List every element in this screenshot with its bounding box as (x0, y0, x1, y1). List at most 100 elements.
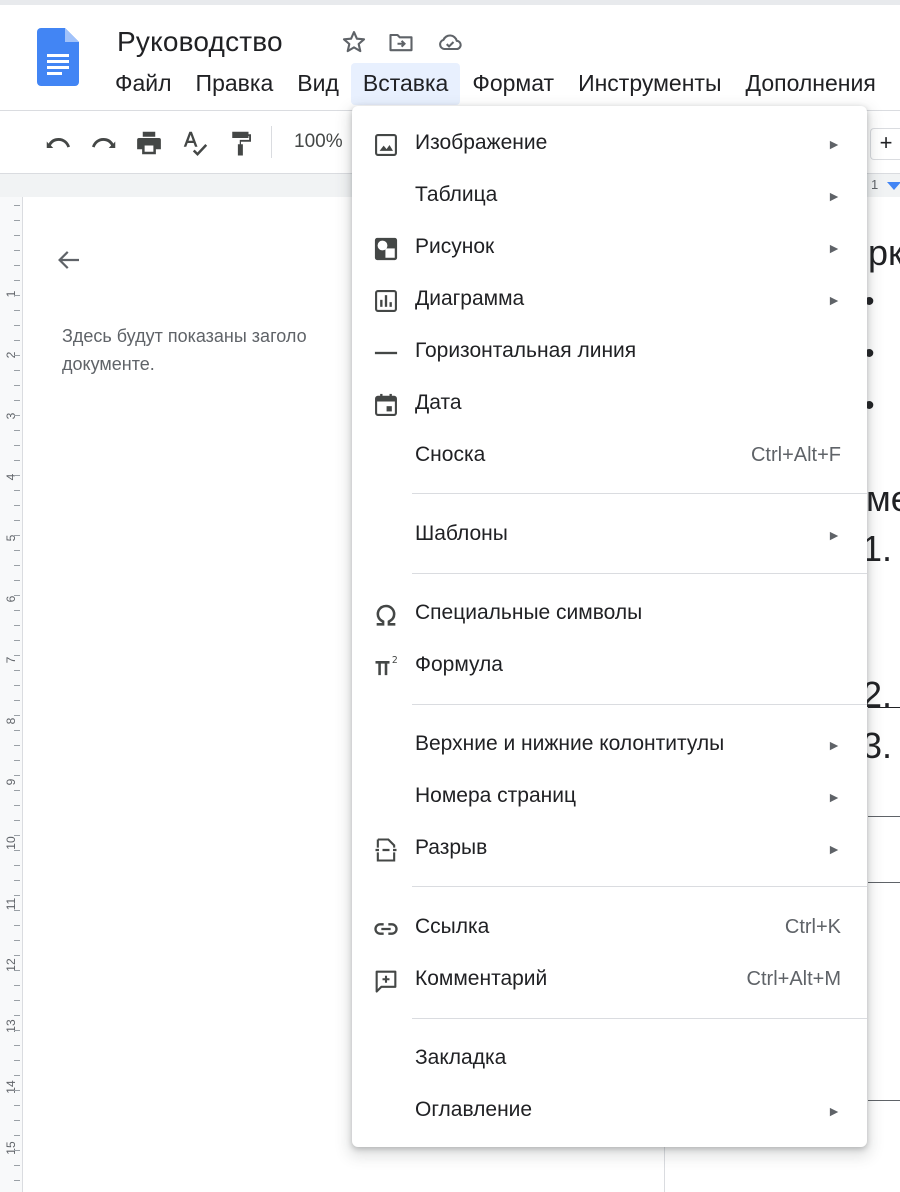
ruler-tick (14, 355, 20, 356)
ruler-tick (14, 280, 20, 281)
ruler-tick (14, 850, 20, 851)
ruler-tick (14, 340, 20, 341)
menu-item-label: Рисунок (415, 235, 495, 258)
paint-format-icon[interactable] (226, 128, 256, 158)
ruler-number: 15 (4, 1141, 18, 1155)
ruler-tick (14, 895, 20, 896)
menu-item-label: Изображение (415, 131, 548, 154)
document-title[interactable]: Руководство (117, 26, 283, 58)
menu-item-link[interactable]: Ссылка Ctrl+K (352, 902, 867, 954)
star-icon[interactable] (340, 28, 368, 56)
ruler-tick (14, 520, 20, 521)
page-text-fragment: ме (866, 478, 900, 519)
docs-logo-icon[interactable] (37, 28, 79, 86)
increase-font-button[interactable]: + (870, 128, 900, 160)
menu-divider (412, 493, 867, 494)
ruler-tick (14, 820, 20, 821)
menu-item-date[interactable]: Дата (352, 378, 867, 430)
ruler-tick (14, 970, 20, 971)
page-table-border (868, 882, 900, 883)
zoom-selector[interactable]: 100% (294, 131, 343, 153)
menu-item-table-of-contents[interactable]: Оглавление ► (352, 1085, 867, 1137)
ruler-tick (14, 685, 20, 686)
ruler-tick (14, 265, 20, 266)
ruler-number: 9 (4, 778, 18, 786)
menu-item-label: Номера страниц (415, 784, 576, 807)
menu-insert[interactable]: Вставка (350, 63, 461, 105)
ruler-tick (14, 295, 20, 296)
submenu-arrow-icon: ► (827, 136, 841, 152)
ruler-tick (14, 220, 20, 221)
menu-item-footnote[interactable]: Сноска Ctrl+Alt+F (352, 430, 867, 482)
menu-addons[interactable]: Дополнения (733, 63, 887, 105)
menu-item-label: Верхние и нижние колонтитулы (415, 732, 725, 755)
calendar-icon (375, 393, 397, 416)
ruler-number: 10 (4, 836, 18, 850)
menu-item-label: Шаблоны (415, 522, 508, 545)
menu-format[interactable]: Формат (460, 63, 566, 105)
menu-item-special-characters[interactable]: Специальные символы (352, 588, 867, 640)
ruler-tick (14, 205, 20, 206)
submenu-arrow-icon: ► (827, 188, 841, 204)
ruler-tick (14, 475, 20, 476)
window-top-edge (0, 0, 900, 5)
menu-item-label: Формула (415, 653, 503, 676)
spellcheck-icon[interactable] (180, 128, 210, 158)
ruler-number: 6 (4, 595, 18, 603)
horizontal-ruler-number: 1 (871, 177, 879, 192)
ruler-tick (14, 655, 20, 656)
move-to-folder-icon[interactable] (387, 28, 415, 56)
ruler-number: 1 (4, 290, 18, 298)
menu-item-horizontal-line[interactable]: Горизонтальная линия (352, 326, 867, 378)
menu-item-equation[interactable]: 2 Формула (352, 640, 867, 692)
ruler-tick (14, 1180, 20, 1181)
menu-edit[interactable]: Правка (184, 63, 286, 105)
menu-item-break[interactable]: Разрыв ► (352, 823, 867, 875)
menu-file[interactable]: Файл (103, 63, 184, 105)
ruler-tick (14, 940, 20, 941)
ruler-tick (14, 460, 20, 461)
back-arrow-icon[interactable] (54, 245, 84, 275)
menu-item-label: Таблица (415, 183, 498, 206)
ruler-tick (14, 1135, 20, 1136)
undo-icon[interactable] (43, 128, 73, 158)
redo-icon[interactable] (89, 128, 119, 158)
ruler-tick (14, 955, 20, 956)
menu-item-templates[interactable]: Шаблоны ► (352, 509, 867, 561)
ruler-tick (14, 730, 20, 731)
ruler-tick (14, 1105, 20, 1106)
comment-add-icon (375, 970, 397, 993)
ruler-number: 14 (4, 1080, 18, 1094)
menu-item-label: Ссылка (415, 915, 490, 938)
outline-empty-message: Здесь будут показаны заголо документе. (62, 322, 362, 378)
menu-item-label: Горизонтальная линия (415, 339, 637, 362)
menu-item-bookmark[interactable]: Закладка (352, 1033, 867, 1085)
menu-item-shortcut: Ctrl+Alt+M (746, 968, 841, 990)
menu-item-image[interactable]: Изображение ► (352, 118, 867, 170)
menu-item-comment[interactable]: Комментарий Ctrl+Alt+M (352, 954, 867, 1006)
vertical-ruler: 1 2 3 4 5 6 7 8 9 10 11 12 13 14 15 (0, 197, 23, 1192)
menu-item-drawing[interactable]: Рисунок ► (352, 222, 867, 274)
drawing-icon (374, 237, 398, 261)
menu-view[interactable]: Вид (285, 63, 351, 105)
menu-item-headers-footers[interactable]: Верхние и нижние колонтитулы ► (352, 719, 867, 771)
indent-marker-icon[interactable] (887, 182, 900, 190)
submenu-arrow-icon: ► (827, 240, 841, 256)
page-table-border (868, 816, 900, 817)
ruler-tick (14, 865, 20, 866)
cloud-saved-icon[interactable] (436, 28, 464, 56)
menu-item-chart[interactable]: Диаграмма ► (352, 274, 867, 326)
menu-divider (412, 573, 867, 574)
print-icon[interactable] (134, 128, 164, 158)
menu-tools[interactable]: Инструменты (566, 63, 733, 105)
menu-item-page-numbers[interactable]: Номера страниц ► (352, 771, 867, 823)
menu-item-table[interactable]: Таблица ► (352, 170, 867, 222)
ruler-tick (14, 310, 20, 311)
menu-item-label: Специальные символы (415, 601, 643, 624)
toolbar-separator (271, 126, 272, 158)
menu-item-label: Закладка (415, 1046, 507, 1069)
ruler-tick (14, 565, 20, 566)
ruler-number: 4 (4, 473, 18, 481)
ruler-number: 5 (4, 534, 18, 542)
menu-item-label: Диаграмма (415, 287, 525, 310)
